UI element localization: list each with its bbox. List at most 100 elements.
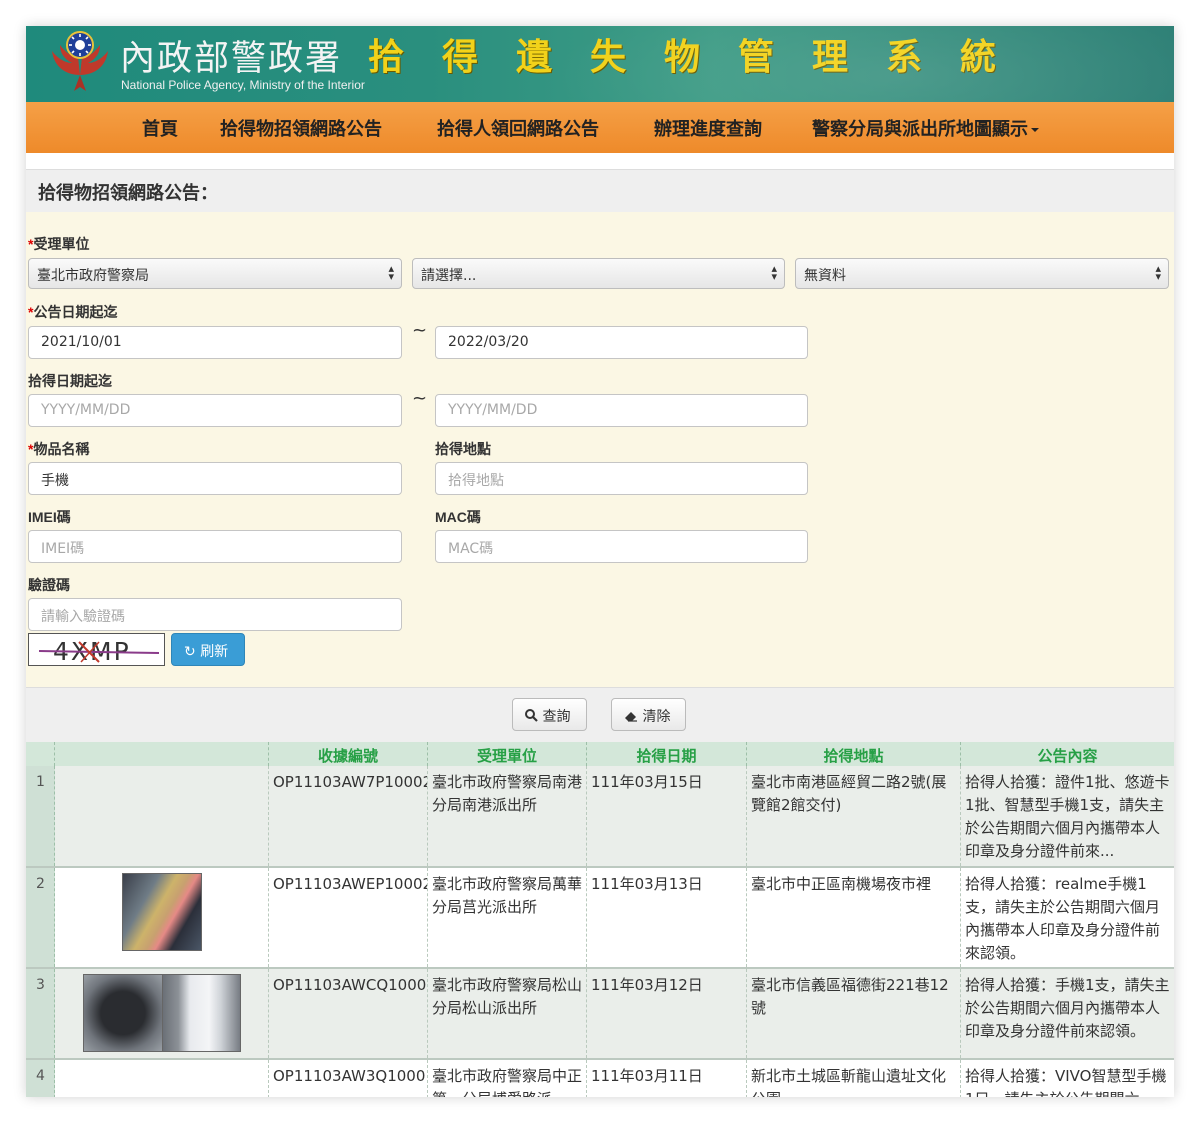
clear-label: 清除 xyxy=(642,709,671,725)
search-form: *受理單位 臺北市政府警察局 ▴ ▾ 請選擇... ▴ ▾ 無資料 ▴ ▾ *公告日期… xyxy=(26,212,1174,687)
table-row[interactable]: 2 OP11103AWEP100021 臺北市政府警察局萬華分局莒光派出所 11… xyxy=(26,868,1174,969)
table-row[interactable]: 4 OP11103AW3Q100018 臺北市政府警察局中正第一分局博愛路派 1… xyxy=(26,1060,1174,1097)
search-icon xyxy=(525,709,538,722)
table-header-place: 拾得地點 xyxy=(747,742,961,766)
row-photo-cell xyxy=(55,1060,269,1097)
select-arrows-icon: ▴ ▾ xyxy=(771,262,777,283)
row-place: 臺北市中正區南機場夜市裡 xyxy=(747,868,961,967)
item-photo[interactable] xyxy=(83,974,163,1052)
mac-input[interactable]: MAC碼 xyxy=(435,530,808,563)
item-photo[interactable] xyxy=(122,873,202,951)
table-header-receipt: 收據編號 xyxy=(269,742,428,766)
found-date-to-input[interactable]: YYYY/MM/DD xyxy=(435,394,808,427)
form-actions: 查詢 清除 xyxy=(26,687,1174,743)
nav-progress-query[interactable]: 辦理進度查詢 xyxy=(654,115,762,141)
table-header-content: 公告內容 xyxy=(961,742,1174,766)
row-receipt: OP11103AWEP100021 xyxy=(269,868,428,967)
item-photo[interactable] xyxy=(162,974,241,1052)
search-button[interactable]: 查詢 xyxy=(512,698,587,731)
site-banner: 內政部警政署 National Police Agency, Ministry … xyxy=(26,26,1174,102)
table-header-index xyxy=(26,742,55,766)
row-index: 4 xyxy=(26,1060,55,1097)
mac-label: MAC碼 xyxy=(435,509,481,525)
police-emblem-icon xyxy=(52,31,108,91)
found-date-label: 拾得日期起迄 xyxy=(28,373,112,389)
eraser-icon xyxy=(625,712,637,722)
captcha-label: 驗證碼 xyxy=(28,577,70,593)
announce-date-to-input[interactable]: 2022/03/20 xyxy=(435,326,808,359)
row-place: 臺北市信義區福德街221巷12號 xyxy=(747,969,961,1058)
clear-button[interactable]: 清除 xyxy=(611,698,686,731)
table-row[interactable]: 1 OP11103AW7P100023 臺北市政府警察局南港分局南港派出所 11… xyxy=(26,766,1174,868)
row-date: 111年03月12日 xyxy=(587,969,747,1058)
row-index: 2 xyxy=(26,868,55,967)
results-table: 收據編號 受理單位 拾得日期 拾得地點 公告內容 1 OP11103AW7P10… xyxy=(26,742,1174,1097)
row-date: 111年03月15日 xyxy=(587,766,747,866)
nav-found-items-announcement[interactable]: 拾得物招領網路公告 xyxy=(220,115,382,141)
announce-date-label: *公告日期起迄 xyxy=(28,302,117,322)
refresh-icon: ↻ xyxy=(184,644,196,660)
row-photo-cell xyxy=(55,868,269,967)
refresh-label: 刷新 xyxy=(200,644,229,660)
row-receipt: OP11103AWCQ100051 xyxy=(269,969,428,1058)
spacer xyxy=(26,153,1174,169)
nav-finder-claim-announcement[interactable]: 拾得人領回網路公告 xyxy=(437,115,599,141)
table-header-photo xyxy=(55,742,269,766)
item-name-label-text: 物品名稱 xyxy=(33,441,90,457)
unit-select-station-value: 無資料 xyxy=(804,268,846,284)
unit-select-station[interactable]: 無資料 ▴ ▾ xyxy=(795,258,1169,289)
unit-select-branch[interactable]: 請選擇... ▴ ▾ xyxy=(412,258,785,289)
main-nav: 首頁 拾得物招領網路公告 拾得人領回網路公告 辦理進度查詢 警察分局與派出所地圖… xyxy=(26,102,1174,153)
found-date-from-input[interactable]: YYYY/MM/DD xyxy=(28,394,402,427)
nav-station-map-dropdown[interactable]: 警察分局與派出所地圖顯示 xyxy=(812,115,1039,141)
found-place-input[interactable]: 拾得地點 xyxy=(435,462,808,495)
row-content: 拾得人拾獲：realme手機1支，請失主於公告期間六個月內攜帶本人印章及身分證件… xyxy=(965,875,1161,962)
section-header: 拾得物招領網路公告： xyxy=(26,169,1174,214)
table-row[interactable]: 3 OP11103AWCQ100051 臺北市政府警察局松山分局松山派出所 11… xyxy=(26,969,1174,1060)
captcha-input[interactable]: 請輸入驗證碼 xyxy=(28,598,402,631)
select-arrows-icon: ▴ ▾ xyxy=(1155,262,1161,283)
row-index: 1 xyxy=(26,766,55,866)
row-unit: 臺北市政府警察局松山分局松山派出所 xyxy=(428,969,587,1058)
select-arrows-icon: ▴ ▾ xyxy=(388,262,394,283)
chevron-down-icon xyxy=(1031,128,1039,132)
unit-select-branch-value: 請選擇... xyxy=(421,268,477,284)
imei-input[interactable]: IMEI碼 xyxy=(28,530,402,563)
nav-station-map-label: 警察分局與派出所地圖顯示 xyxy=(812,119,1028,140)
captcha-image: 4XMP xyxy=(28,633,165,666)
row-date: 111年03月11日 xyxy=(587,1060,747,1097)
row-unit: 臺北市政府警察局中正第一分局博愛路派 xyxy=(428,1060,587,1097)
agency-name-cn: 內政部警政署 xyxy=(120,39,343,79)
found-place-label: 拾得地點 xyxy=(435,441,491,457)
system-title: 拾得遺失物管理系統 xyxy=(368,37,1035,78)
announce-date-label-text: 公告日期起迄 xyxy=(33,304,118,320)
table-header-unit: 受理單位 xyxy=(428,742,587,766)
announce-date-from-input[interactable]: 2021/10/01 xyxy=(28,326,402,359)
imei-label: IMEI碼 xyxy=(28,509,71,525)
row-place: 臺北市南港區經貿二路2號(展覽館2館交付) xyxy=(747,766,961,866)
search-label: 查詢 xyxy=(542,709,571,725)
row-receipt: OP11103AW3Q100018 xyxy=(269,1060,428,1097)
unit-select-bureau[interactable]: 臺北市政府警察局 ▴ ▾ xyxy=(28,258,402,289)
agency-name-en: National Police Agency, Ministry of the … xyxy=(121,78,365,92)
row-date: 111年03月13日 xyxy=(587,868,747,967)
date-range-separator: ~ xyxy=(412,320,428,341)
row-unit: 臺北市政府警察局萬華分局莒光派出所 xyxy=(428,868,587,967)
row-photo-cell xyxy=(55,969,269,1058)
row-photo-cell xyxy=(55,766,269,866)
row-content: 拾得人拾獲：手機1支，請失主於公告期間六個月內攜帶本人印章及身分證件前來認領。 xyxy=(965,976,1170,1040)
browser-window: 內政部警政署 National Police Agency, Ministry … xyxy=(26,26,1174,1097)
row-content: 拾得人拾獲：證件1批、悠遊卡1批、智慧型手機1支，請失主於公告期間六個月內攜帶本… xyxy=(965,773,1170,860)
date-range-separator: ~ xyxy=(412,388,428,409)
nav-home[interactable]: 首頁 xyxy=(142,115,178,141)
unit-select-bureau-value: 臺北市政府警察局 xyxy=(37,268,149,284)
row-unit: 臺北市政府警察局南港分局南港派出所 xyxy=(428,766,587,866)
item-name-input[interactable]: 手機 xyxy=(28,462,402,495)
row-receipt: OP11103AW7P100023 xyxy=(269,766,428,866)
captcha-refresh-button[interactable]: ↻ 刷新 xyxy=(171,633,245,666)
table-header-date: 拾得日期 xyxy=(587,742,747,766)
unit-label-text: 受理單位 xyxy=(33,236,90,252)
row-content: 拾得人拾獲：VIVO智慧型手機1只，請失主於公告期間六 xyxy=(965,1067,1167,1097)
row-place: 新北市土城區斬龍山遺址文化公園 xyxy=(747,1060,961,1097)
section-title: 拾得物招領網路公告： xyxy=(38,183,218,204)
